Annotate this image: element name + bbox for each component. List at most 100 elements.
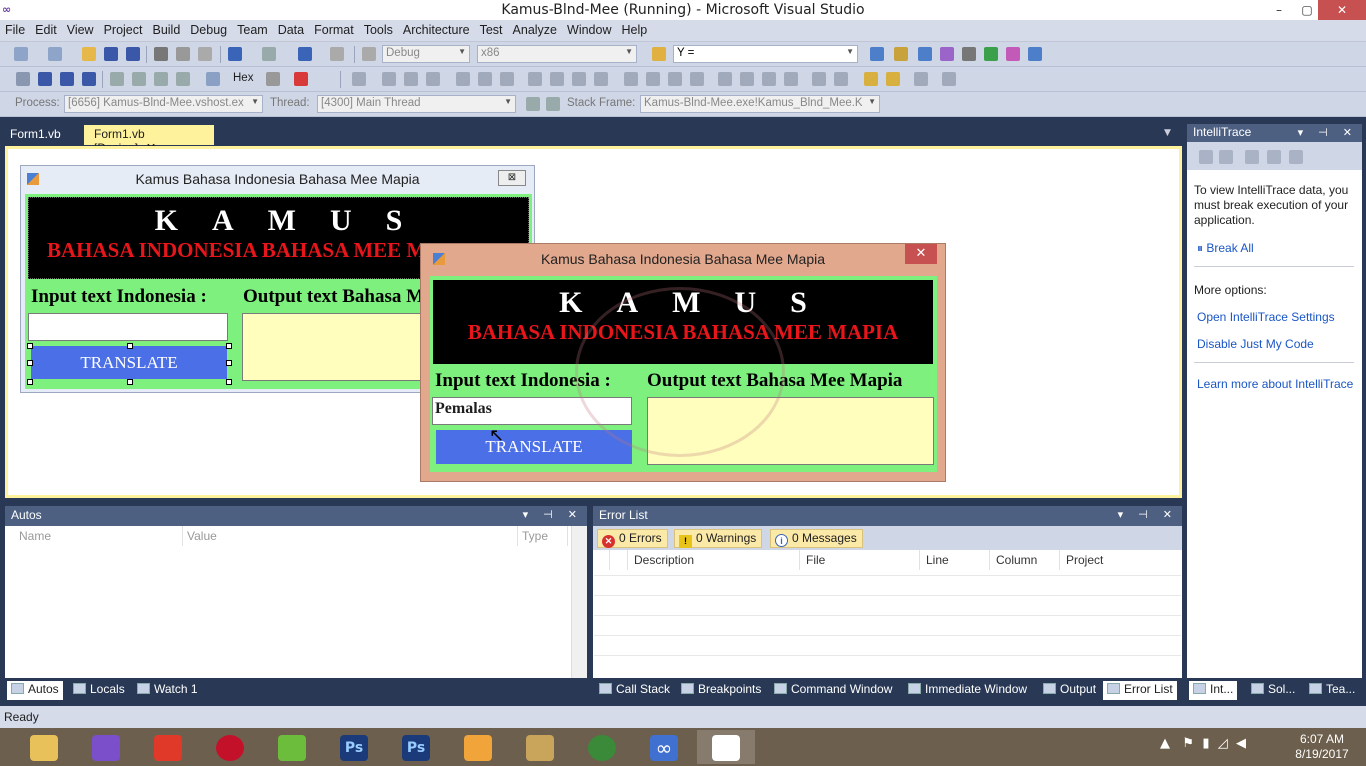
app-taskbar-button[interactable]	[573, 730, 631, 764]
align-rights-icon[interactable]	[426, 72, 440, 86]
menu-help[interactable]: Help	[616, 20, 652, 40]
solution-configuration-combo[interactable]: Debug ▼	[382, 45, 470, 63]
find-in-files-icon[interactable]	[652, 47, 666, 61]
col-project[interactable]: Project	[1060, 550, 1182, 570]
col-line[interactable]: Line	[920, 550, 990, 570]
remove-spacing-icon[interactable]	[690, 72, 704, 86]
col-value[interactable]: Value	[183, 526, 518, 546]
col-type[interactable]: Type	[518, 526, 568, 546]
autos-scrollbar[interactable]	[571, 526, 587, 678]
menu-analyze[interactable]: Analyze	[508, 20, 562, 40]
navigate-forward-icon[interactable]	[330, 47, 344, 61]
vertical-spacing-icon[interactable]	[718, 72, 732, 86]
col-name[interactable]: Name	[15, 526, 183, 546]
step-into-icon[interactable]	[132, 72, 146, 86]
disable-just-my-code-link[interactable]: Disable Just My Code	[1197, 337, 1314, 351]
open-folder-icon[interactable]	[82, 47, 96, 61]
filter-icon[interactable]	[1219, 150, 1233, 164]
col-column[interactable]: Column	[990, 550, 1060, 570]
settings-icon[interactable]	[1289, 150, 1303, 164]
list-icon[interactable]	[1199, 150, 1213, 164]
uc-browser-taskbar-button[interactable]	[449, 730, 507, 764]
file-explorer-taskbar-button[interactable]	[15, 730, 73, 764]
save-all-icon[interactable]	[126, 47, 140, 61]
save-icon[interactable]	[104, 47, 118, 61]
step-over-icon[interactable]	[154, 72, 168, 86]
menu-project[interactable]: Project	[99, 20, 148, 40]
start-debugging-icon[interactable]	[362, 47, 376, 61]
open-settings-link[interactable]: Open IntelliTrace Settings	[1197, 310, 1335, 324]
tab-output[interactable]: Output	[1039, 681, 1100, 700]
translate-button[interactable]: TRANSLATE	[436, 430, 632, 464]
translate-button[interactable]: TRANSLATE	[31, 346, 227, 379]
properties-icon[interactable]	[894, 47, 908, 61]
kamus-app-taskbar-button[interactable]	[697, 730, 755, 764]
copy-icon[interactable]	[176, 47, 190, 61]
make-same-size-icon[interactable]	[594, 72, 608, 86]
undo-icon[interactable]	[228, 47, 242, 61]
photoshop-taskbar-button[interactable]: Ps	[325, 730, 383, 764]
selection-handle[interactable]	[226, 343, 232, 349]
selection-handle[interactable]	[27, 360, 33, 366]
selection-handle[interactable]	[226, 360, 232, 366]
errors-filter-button[interactable]: ✕ 0 Errors	[597, 529, 668, 548]
menu-architecture[interactable]: Architecture	[398, 20, 475, 40]
filter-threads-icon[interactable]	[546, 97, 560, 111]
layout-align-left-icon[interactable]	[352, 72, 366, 86]
align-centers-icon[interactable]	[404, 72, 418, 86]
paste-icon[interactable]	[198, 47, 212, 61]
refresh-icon[interactable]	[1267, 150, 1281, 164]
flag-icon[interactable]: ⚑	[1182, 736, 1194, 751]
menu-team[interactable]: Team	[232, 20, 273, 40]
input-textbox[interactable]	[28, 313, 228, 341]
recorder-taskbar-button[interactable]	[139, 730, 197, 764]
show-hidden-icons-icon[interactable]: ▲	[1160, 736, 1170, 751]
panel-controls[interactable]: ▾ ⊣ ✕	[1298, 126, 1358, 139]
add-item-icon[interactable]	[48, 47, 62, 61]
lock-controls-icon[interactable]	[914, 72, 928, 86]
learn-more-link[interactable]: Learn more about IntelliTrace	[1197, 377, 1353, 391]
selection-handle[interactable]	[27, 343, 33, 349]
minimize-button[interactable]: –	[1264, 0, 1294, 20]
menu-file[interactable]: File	[0, 20, 30, 40]
tab-solution-explorer[interactable]: Sol...	[1247, 681, 1299, 700]
tab-watch-1[interactable]: Watch 1	[133, 681, 202, 700]
show-next-statement-icon[interactable]	[110, 72, 124, 86]
center-horizontally-icon[interactable]	[812, 72, 826, 86]
send-to-back-icon[interactable]	[886, 72, 900, 86]
solution-explorer-icon[interactable]	[870, 47, 884, 61]
increase-vertical-spacing-icon[interactable]	[740, 72, 754, 86]
selection-handle[interactable]	[226, 379, 232, 385]
visual-studio-infinity-taskbar-button[interactable]: ∞	[635, 730, 693, 764]
network-icon[interactable]: ◿	[1218, 736, 1228, 751]
align-lefts-icon[interactable]	[382, 72, 396, 86]
navigate-backward-icon[interactable]	[298, 47, 312, 61]
process-combo[interactable]: [6656] Kamus-Blnd-Mee.vshost.ex ▼	[64, 95, 263, 113]
close-button[interactable]: ✕	[1318, 0, 1366, 20]
photoshop-2-taskbar-button[interactable]: Ps	[387, 730, 445, 764]
visual-studio-taskbar-button[interactable]	[77, 730, 135, 764]
tab-breakpoints[interactable]: Breakpoints	[677, 681, 765, 700]
decrease-spacing-icon[interactable]	[668, 72, 682, 86]
size-to-grid-icon[interactable]	[572, 72, 586, 86]
menu-edit[interactable]: Edit	[30, 20, 62, 40]
hex-display-icon[interactable]	[266, 72, 280, 86]
menu-debug[interactable]: Debug	[185, 20, 232, 40]
remove-vertical-spacing-icon[interactable]	[784, 72, 798, 86]
increase-spacing-icon[interactable]	[646, 72, 660, 86]
redo-icon[interactable]	[262, 47, 276, 61]
tab-form1-vb[interactable]: Form1.vb	[0, 125, 71, 145]
calendar-icon[interactable]	[1245, 150, 1259, 164]
archive-taskbar-button[interactable]	[511, 730, 569, 764]
horizontal-spacing-icon[interactable]	[624, 72, 638, 86]
menu-build[interactable]: Build	[147, 20, 185, 40]
object-browser-icon[interactable]	[918, 47, 932, 61]
restart-icon[interactable]	[82, 72, 96, 86]
break-all-icon[interactable]	[38, 72, 52, 86]
window-layout-icon[interactable]	[1028, 47, 1042, 61]
battery-icon[interactable]: ▮	[1202, 736, 1209, 751]
stack-frame-combo[interactable]: Kamus-Blnd-Mee.exe!Kamus_Blnd_Mee.K ▼	[640, 95, 880, 113]
menu-data[interactable]: Data	[273, 20, 309, 40]
cut-icon[interactable]	[154, 47, 168, 61]
warnings-filter-button[interactable]: ! 0 Warnings	[674, 529, 763, 548]
